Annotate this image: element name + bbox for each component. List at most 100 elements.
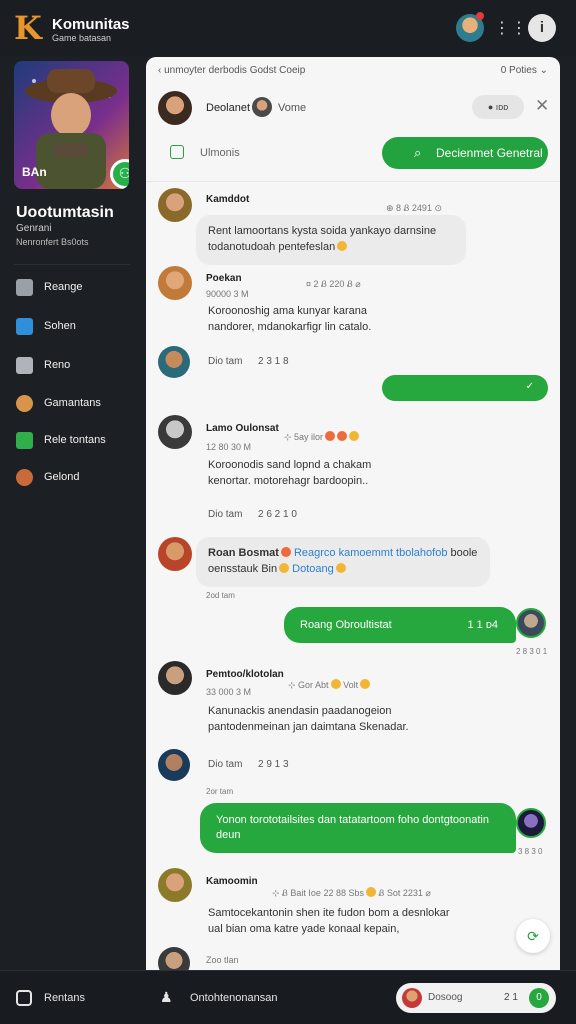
- refresh-button[interactable]: ⟳: [516, 919, 550, 953]
- more-icon[interactable]: ⋮⋮: [494, 18, 528, 38]
- nav-item-sohen[interactable]: Sohen: [16, 315, 136, 339]
- message-author: Lamo Oulonsat: [206, 423, 279, 434]
- message-bubble: Koroonodis sand lopnd a chakam kenortar.…: [196, 451, 426, 497]
- message-bubble: Roan Bosmat Reagrco kamoemmt tbolahofob …: [196, 537, 490, 587]
- message-text: deun: [216, 829, 241, 841]
- nav-label: Reno: [44, 359, 71, 371]
- message-text: nandorer, mdanokarfigr lin catalo.: [208, 321, 372, 333]
- message-text: Rent lamoortans kysta soida yankayo darn…: [208, 225, 437, 237]
- send-button[interactable]: 0: [529, 988, 549, 1008]
- bottom-bar: Rentans ♟ Ontohtenonansan Dosoog 2 1 0: [0, 970, 576, 1024]
- message-meta: ⊹ 5ay ilor: [284, 431, 360, 443]
- close-icon[interactable]: ✕: [535, 96, 549, 116]
- avatar: [402, 988, 422, 1008]
- message-bubble: Kanunackis anendasin paadanogeion pantod…: [196, 697, 436, 743]
- search-button[interactable]: ⌕ Decienmet Genetral: [382, 137, 548, 169]
- message-text: Koroonoshig ama kunyar karana: [208, 305, 367, 317]
- message-time: 33 000 3 M: [206, 687, 252, 697]
- nav-label: Gamantans: [44, 397, 101, 409]
- filter-icon[interactable]: [170, 145, 184, 159]
- nav-label: Rele tontans: [44, 434, 106, 446]
- avatar[interactable]: [158, 947, 190, 971]
- message-author: Kamoomin: [206, 876, 258, 887]
- sidebar: BAn ⚇ Uootumtasin Genrani Nenronfert Bs0…: [0, 56, 145, 970]
- avatar[interactable]: [158, 661, 192, 695]
- message-text: Koroonodis sand lopnd a chakam: [208, 459, 372, 471]
- avatar[interactable]: [158, 868, 192, 902]
- message-bubble: Koroonoshig ama kunyar karana nandorer, …: [196, 297, 426, 343]
- game-genre: Genrani: [16, 223, 52, 234]
- search-icon: ⌕: [414, 145, 422, 160]
- game-title: Uootumtasin: [16, 204, 114, 221]
- avatar[interactable]: [158, 266, 192, 300]
- app-subtitle: Game batasan: [52, 33, 112, 43]
- options-dropdown[interactable]: 0 Poties ⌄: [501, 65, 548, 76]
- list-icon: [16, 279, 33, 296]
- system-value: 2 9 1 3: [258, 759, 289, 770]
- nav-item-reange[interactable]: Reange: [16, 276, 136, 300]
- sent-message[interactable]: Roang Obroultistat 1 1 ᴅ4: [284, 607, 516, 643]
- avatar[interactable]: [158, 91, 192, 125]
- message-text: Kanunackis anendasin paadanogeion: [208, 705, 392, 717]
- app-title: Komunitas: [52, 16, 130, 33]
- message-text: todanotudoah pentefeslan: [208, 239, 454, 255]
- bottom-nav-label[interactable]: Ontohtenonansan: [190, 992, 277, 1004]
- message-meta: ⊹ Gor Abt Volt: [288, 679, 371, 691]
- system-value: 2 6 2 1 0: [258, 509, 297, 520]
- timestamp: 2 8 3 0 1: [516, 647, 548, 656]
- message-meta: ¤ 2 Ᏸ 220 Ᏸ ⌀: [306, 279, 361, 289]
- nav-item-reno[interactable]: Reno: [16, 354, 136, 378]
- nav-item-gamantans[interactable]: Gamantans: [16, 392, 136, 416]
- avatar[interactable]: [158, 346, 190, 378]
- sent-message[interactable]: ✓: [382, 375, 548, 401]
- message-author: Kamddot: [206, 194, 250, 205]
- nav-label: Gelond: [44, 471, 80, 483]
- message-bubble: Rent lamoortans kysta soida yankayo darn…: [196, 215, 466, 265]
- system-label: Dio tam: [208, 759, 243, 770]
- nav-label: Sohen: [44, 320, 76, 332]
- game-card[interactable]: BAn ⚇: [14, 61, 129, 189]
- composer-input[interactable]: Dosoog: [428, 992, 462, 1003]
- avatar[interactable]: [158, 537, 192, 571]
- top-bar: K Komunitas Game batasan ⋮⋮ i: [0, 0, 576, 56]
- avatar[interactable]: [158, 415, 192, 449]
- nav-item-gelond[interactable]: Gelond: [16, 466, 136, 490]
- avatar[interactable]: [158, 749, 190, 781]
- message-bubble: Samtocekantonin shen ite fudon bom a des…: [196, 899, 486, 945]
- message-text: ual bian oma katre yade konaal kepain,: [208, 923, 400, 935]
- message-composer[interactable]: Dosoog 2 1 0: [396, 983, 556, 1013]
- sent-message[interactable]: Yonon torototailsites dan tatatartoom fo…: [200, 803, 516, 853]
- home-icon[interactable]: [16, 990, 32, 1006]
- breadcrumb[interactable]: ‹ unmoyter derbodis Godst Coeip: [158, 65, 305, 76]
- image-icon: [16, 357, 33, 374]
- header-name-secondary: Vome: [278, 102, 307, 114]
- timestamp: 2od tam: [206, 591, 235, 600]
- chat-header: Deolanet Vome ● ıᴅᴅ ✕: [146, 85, 560, 131]
- avatar[interactable]: [252, 97, 272, 117]
- status-pill[interactable]: ● ıᴅᴅ: [472, 95, 524, 119]
- app-logo[interactable]: K: [14, 12, 48, 44]
- message-text: Yonon torototailsites dan tatatartoom fo…: [216, 814, 489, 826]
- header-name: Deolanet: [206, 102, 251, 114]
- message-text: kenortar. motorehagr bardoopin..: [208, 475, 369, 487]
- avatar[interactable]: [516, 608, 546, 638]
- system-label: Dio tam: [208, 509, 243, 520]
- composer-count: 2 1: [504, 992, 518, 1003]
- divider: [14, 264, 130, 265]
- bottom-nav-label[interactable]: Rentans: [44, 992, 85, 1004]
- store-icon: [16, 432, 33, 449]
- card-label: BAn: [22, 165, 47, 179]
- nav-label: Reange: [44, 281, 83, 293]
- search-row: Ulmonis ⌕ Decienmet Genetral: [164, 137, 548, 169]
- user-icon[interactable]: ♟: [160, 989, 173, 1006]
- info-button[interactable]: i: [528, 14, 556, 42]
- game-detail: Nenronfert Bs0ots: [16, 237, 89, 247]
- avatar[interactable]: [516, 808, 546, 838]
- search-input[interactable]: Ulmonis: [200, 147, 240, 159]
- timestamp: 3 8 3 0: [518, 847, 543, 856]
- avatar-icon: [16, 395, 33, 412]
- message-text: oensstauk Bin Dotoang: [208, 561, 478, 577]
- nav-item-rele-tontans[interactable]: Rele tontans: [16, 429, 136, 453]
- avatar[interactable]: [158, 188, 192, 222]
- message-text: Samtocekantonin shen ite fudon bom a des…: [208, 907, 450, 919]
